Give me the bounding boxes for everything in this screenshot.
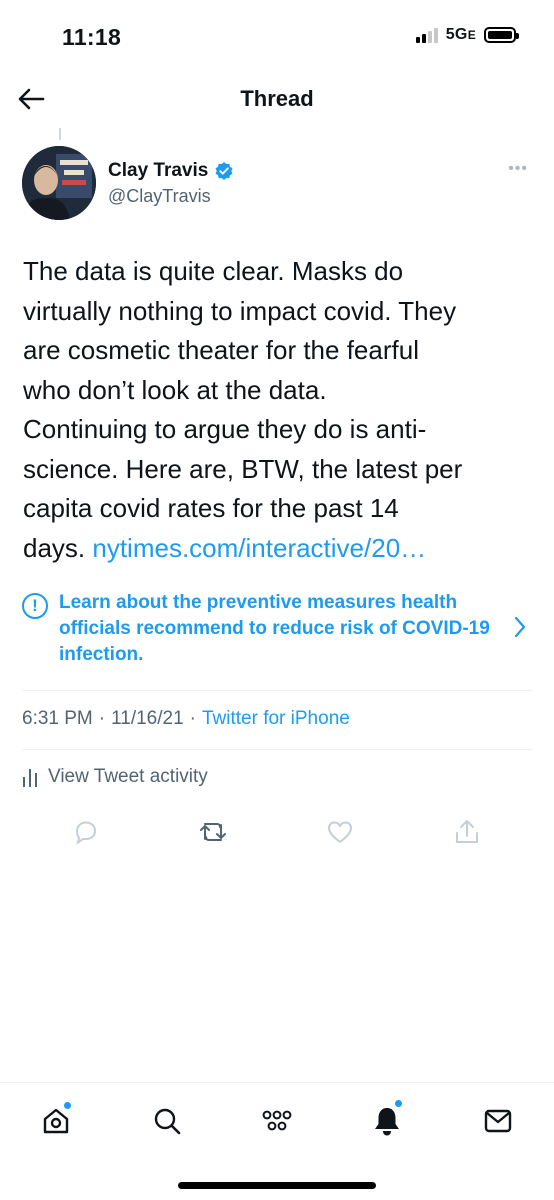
thread-connector xyxy=(59,128,61,140)
tweet-author: Clay Travis @ClayTravis ••• xyxy=(22,146,532,222)
status-bar: 11:18 5GE xyxy=(0,0,554,70)
info-alert-icon: ! xyxy=(22,593,48,619)
covid-info-notice[interactable]: ! Learn about the preventive measures he… xyxy=(22,588,532,670)
divider xyxy=(22,690,532,691)
search-icon xyxy=(154,1108,181,1135)
tweet-body: The data is quite clear. Masks do virtua… xyxy=(23,256,463,563)
divider xyxy=(22,749,532,750)
tweet-source[interactable]: Twitter for iPhone xyxy=(202,708,350,730)
author-name-row: Clay Travis xyxy=(108,160,234,182)
status-time: 11:18 xyxy=(62,24,122,50)
share-icon xyxy=(456,820,478,843)
notice-text: Learn about the preventive measures heal… xyxy=(59,592,490,665)
tweet-actions xyxy=(0,812,554,852)
nav-search[interactable] xyxy=(145,1099,189,1143)
chevron-right-icon xyxy=(514,616,526,638)
tweet-date: 11/16/21 xyxy=(111,708,184,729)
page-title: Thread xyxy=(240,86,314,111)
nav-spaces[interactable] xyxy=(255,1099,299,1143)
spaces-icon xyxy=(262,1110,292,1131)
reply-icon xyxy=(75,821,97,845)
activity-label: View Tweet activity xyxy=(48,766,208,787)
nav-messages[interactable] xyxy=(476,1099,520,1143)
battery-icon xyxy=(484,27,519,43)
home-icon xyxy=(43,1108,69,1134)
share-button[interactable] xyxy=(447,812,487,852)
avatar[interactable] xyxy=(22,146,96,220)
nav-notifications[interactable] xyxy=(365,1099,409,1143)
tweet-text: The data is quite clear. Masks do virtua… xyxy=(23,252,533,568)
view-tweet-activity[interactable]: View Tweet activity xyxy=(22,766,208,788)
status-indicators: 5GE xyxy=(415,26,519,44)
header: Thread xyxy=(0,72,554,126)
like-icon xyxy=(328,821,352,843)
verified-badge-icon xyxy=(215,162,233,180)
tweet-link[interactable]: nytimes.com/interactive/20… xyxy=(92,533,426,563)
notification-dot xyxy=(63,1101,72,1110)
bottom-navigation xyxy=(0,1082,554,1200)
notifications-icon xyxy=(375,1108,399,1136)
reply-button[interactable] xyxy=(66,812,106,852)
notification-dot xyxy=(394,1099,403,1108)
retweet-icon xyxy=(200,823,226,841)
nav-home[interactable] xyxy=(34,1099,78,1143)
author-name[interactable]: Clay Travis xyxy=(108,160,208,182)
network-label: 5GE xyxy=(445,26,476,43)
tweet-meta: 6:31 PM · 11/16/21 · Twitter for iPhone xyxy=(22,708,350,730)
home-indicator[interactable] xyxy=(178,1182,376,1189)
like-button[interactable] xyxy=(320,812,360,852)
author-handle[interactable]: @ClayTravis xyxy=(108,186,211,207)
retweet-button[interactable] xyxy=(193,812,233,852)
messages-icon xyxy=(484,1109,512,1133)
meta-separator: · xyxy=(189,708,196,729)
meta-separator: · xyxy=(98,708,106,729)
activity-icon xyxy=(23,769,37,787)
more-options-icon[interactable]: ••• xyxy=(508,160,528,178)
signal-icon xyxy=(415,27,438,43)
tweet-time: 6:31 PM xyxy=(22,708,93,729)
